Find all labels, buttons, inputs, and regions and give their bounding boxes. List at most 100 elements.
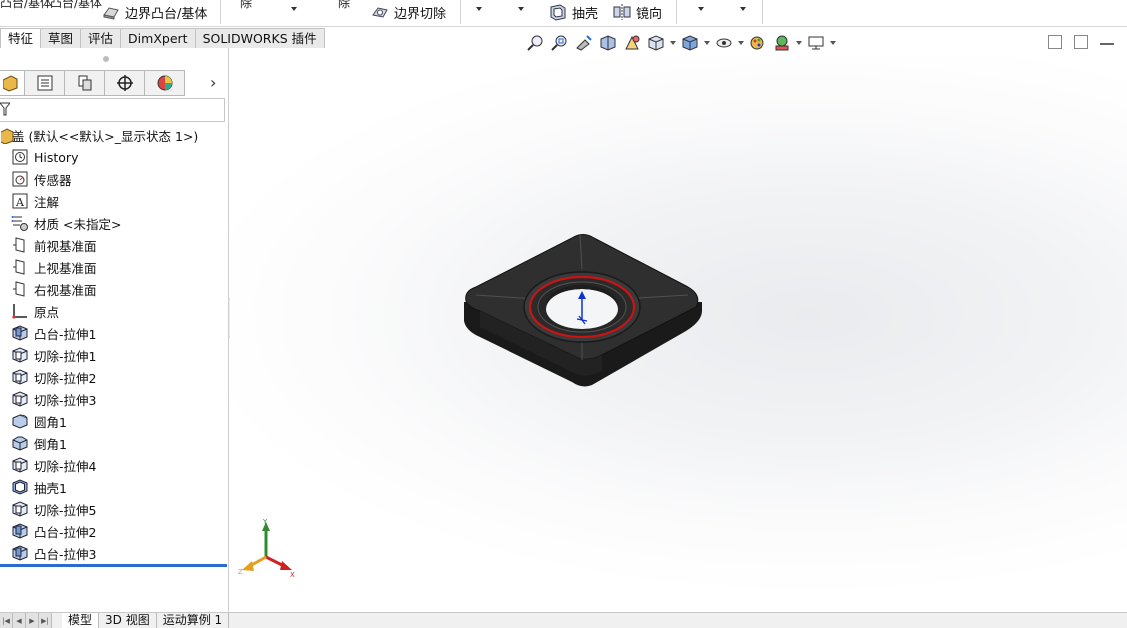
tree-item-label: 凸台-拉伸1 <box>34 326 97 342</box>
shell-button[interactable]: 抽壳 <box>548 0 598 24</box>
tree-item[interactable]: 右视基准面 <box>0 278 229 300</box>
restore-right-icon[interactable] <box>1074 35 1088 49</box>
graphics-area[interactable]: Y X Z <box>230 55 1127 612</box>
tree-item-label: 圆角1 <box>34 414 67 430</box>
tree-item[interactable]: 材质 <未指定> <box>0 212 229 234</box>
chevron-down-icon[interactable] <box>476 7 482 11</box>
chevron-down-icon[interactable] <box>829 32 837 54</box>
display-manager-icon <box>157 75 172 91</box>
tab-evaluate[interactable]: 评估 <box>80 28 122 48</box>
boundary-boss-label: 边界凸台/基体 <box>125 6 208 22</box>
chevron-down-icon[interactable] <box>291 7 297 11</box>
viewport-window-controls <box>1048 35 1114 49</box>
plane-icon <box>10 280 30 298</box>
reference-triad: Y X Z <box>238 518 295 577</box>
zoom-to-fit-icon[interactable] <box>525 32 547 54</box>
tree-item[interactable]: 抽壳1 <box>0 476 229 498</box>
tree-item[interactable]: 切除-拉伸1 <box>0 344 229 366</box>
chamfer-icon <box>10 434 30 452</box>
triad-y-label: Y <box>262 518 268 526</box>
next-tab-icon[interactable]: ▶ <box>26 613 39 628</box>
boss-base-label-cut[interactable]: 凸台/基体 <box>0 0 52 11</box>
apply-scene-icon[interactable] <box>771 32 793 54</box>
display-style-icon[interactable] <box>679 32 701 54</box>
tree-item[interactable]: 传感器 <box>0 168 229 190</box>
previous-view-icon[interactable] <box>573 32 595 54</box>
minimize-icon[interactable] <box>1100 35 1114 45</box>
chevron-right-icon[interactable]: › <box>210 73 216 92</box>
tree-item[interactable]: 切除-拉伸5 <box>0 498 229 520</box>
tree-item[interactable]: 前视基准面 <box>0 234 229 256</box>
tab-dimxpert[interactable]: DimXpert <box>120 28 196 48</box>
tree-item[interactable]: History <box>0 146 229 168</box>
tab-sketch[interactable]: 草图 <box>40 28 82 48</box>
chevron-down-icon[interactable] <box>518 7 524 11</box>
tab-features[interactable]: 特征 <box>0 28 42 48</box>
zoom-to-area-icon[interactable] <box>549 32 571 54</box>
tree-item[interactable]: 倒角1 <box>0 432 229 454</box>
tab-motion-study[interactable]: 运动算例 1 <box>157 613 230 628</box>
tree-item[interactable]: A 注解 <box>0 190 229 212</box>
tree-item[interactable]: 上视基准面 <box>0 256 229 278</box>
boundary-cut-icon <box>370 3 390 21</box>
tree-item[interactable]: 切除-拉伸2 <box>0 366 229 388</box>
tree-item[interactable]: 凸台-拉伸3 <box>0 542 229 564</box>
edit-appearance-icon[interactable] <box>747 32 769 54</box>
tree-item[interactable]: 切除-拉伸4 <box>0 454 229 476</box>
feature-manager-panel: › 盖 (默认<<默认>_显示状态 1>) History 传感器 A 注解 材质 <未… <box>0 48 229 612</box>
tree-item[interactable]: 圆角1 <box>0 410 229 432</box>
tab-3d-view[interactable]: 3D 视图 <box>99 613 157 628</box>
restore-left-icon[interactable] <box>1048 35 1062 49</box>
boss-extrude-icon <box>10 324 30 342</box>
chevron-down-icon[interactable] <box>669 32 677 54</box>
last-tab-icon[interactable]: ▶| <box>39 613 52 628</box>
tree-item-label: 切除-拉伸4 <box>34 458 97 474</box>
prev-tab-icon[interactable]: ◀ <box>13 613 26 628</box>
cut-extrude-icon <box>10 346 30 364</box>
first-tab-icon[interactable]: |◀ <box>0 613 13 628</box>
origin-icon <box>10 302 30 320</box>
material-icon <box>10 214 30 232</box>
tree-item[interactable]: 原点 <box>0 300 229 322</box>
chevron-down-icon[interactable] <box>698 7 704 11</box>
boundary-boss-icon <box>101 3 121 21</box>
chevron-down-icon[interactable] <box>737 32 745 54</box>
filter-icon <box>0 102 10 116</box>
tab-solidworks-addins[interactable]: SOLIDWORKS 插件 <box>194 28 325 48</box>
tab-model[interactable]: 模型 <box>62 613 100 628</box>
boundary-cut-button[interactable]: 边界切除 <box>370 0 446 24</box>
property-manager-tab[interactable] <box>25 70 65 96</box>
mirror-button[interactable]: 镜向 <box>612 0 662 24</box>
view-settings-icon[interactable] <box>805 32 827 54</box>
dimxpert-manager-tab[interactable] <box>105 70 145 96</box>
view-orientation-icon[interactable] <box>645 32 667 54</box>
chevron-down-icon[interactable] <box>703 32 711 54</box>
rollback-bar[interactable] <box>0 564 227 567</box>
panel-grip-handle[interactable] <box>103 56 109 62</box>
tree-item-label: 前视基准面 <box>34 238 97 254</box>
tree-item-label: 倒角1 <box>34 436 67 452</box>
tree-item[interactable]: 凸台-拉伸2 <box>0 520 229 542</box>
hide-show-items-icon[interactable] <box>713 32 735 54</box>
feature-manager-tab[interactable] <box>0 70 25 96</box>
bottom-tab-bar: |◀ ◀ ▶ ▶| 模型 3D 视图 运动算例 1 <box>0 612 1127 628</box>
chevron-down-icon[interactable] <box>740 7 746 11</box>
dynamic-annotation-icon[interactable] <box>621 32 643 54</box>
tree-item-label: 切除-拉伸3 <box>34 392 97 408</box>
cut-label-1[interactable]: 除 <box>240 0 252 11</box>
cut-label-2[interactable]: 除 <box>338 0 350 11</box>
plane-icon <box>10 236 30 254</box>
boundary-boss-button[interactable]: 边界凸台/基体 <box>101 0 207 24</box>
configuration-manager-tab[interactable] <box>65 70 105 96</box>
chevron-down-icon[interactable] <box>795 32 803 54</box>
tree-item-label: 切除-拉伸5 <box>34 502 97 518</box>
tree-item[interactable]: 切除-拉伸3 <box>0 388 229 410</box>
panel-tabs <box>0 70 185 96</box>
boss-base-label-cut-2[interactable]: 凸台/基体 <box>50 0 102 11</box>
tree-item[interactable]: 凸台-拉伸1 <box>0 322 229 344</box>
tree-root-part[interactable]: 盖 (默认<<默认>_显示状态 1>) <box>0 124 229 146</box>
section-view-icon[interactable] <box>597 32 619 54</box>
display-manager-tab[interactable] <box>145 70 185 96</box>
part-model-3d[interactable] <box>230 55 1127 612</box>
tree-filter-box[interactable] <box>0 98 225 122</box>
